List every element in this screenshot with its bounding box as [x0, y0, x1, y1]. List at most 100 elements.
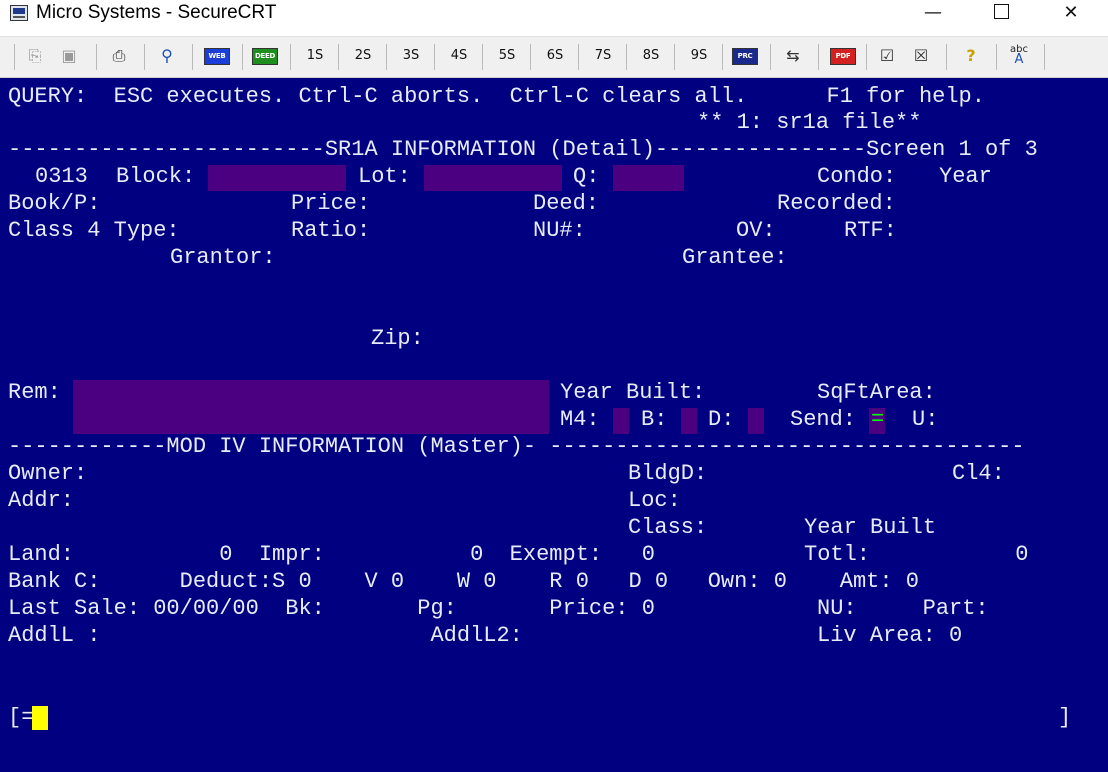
class-label: Class: — [628, 515, 708, 540]
ov-label: OV: — [736, 218, 776, 243]
lot-label: Lot: — [358, 164, 411, 189]
toolbar-separator — [290, 44, 291, 70]
toolbar-separator — [14, 44, 15, 70]
mod-iv-section-header: ------------MOD IV INFORMATION (Master)-… — [8, 434, 1025, 459]
sr1a-section-header: ------------------------SR1A INFORMATION… — [8, 137, 1038, 162]
pdf-button[interactable]: PDF — [830, 48, 856, 65]
deed-button[interactable]: DEED — [252, 48, 278, 65]
year-built-label: Year Built: — [560, 380, 706, 405]
toolbar-separator — [626, 44, 627, 70]
nu-part-row: NU: Part: — [817, 596, 989, 621]
toolbar-separator — [242, 44, 243, 70]
m4-field[interactable] — [613, 408, 629, 434]
remarks-field[interactable] — [73, 380, 549, 434]
print-icon[interactable]: ⎙ — [108, 45, 130, 67]
living-area-row: Liv Area: 0 — [817, 623, 963, 648]
toolbar-separator — [1044, 44, 1045, 70]
grantor-label: Grantor: — [170, 245, 276, 270]
minimize-button[interactable]: — — [910, 0, 956, 28]
block-field[interactable] — [208, 165, 346, 191]
remarks-label: Rem: — [8, 380, 61, 405]
book-page-label: Book/P: — [8, 191, 101, 216]
d-label: D: — [708, 407, 735, 432]
q-label: Q: — [573, 164, 600, 189]
m4-label: M4: — [560, 407, 600, 432]
spell-check-icon[interactable]: abc A — [1008, 45, 1030, 67]
deed-label: Deed: — [533, 191, 600, 216]
web-button[interactable]: WEB — [204, 48, 230, 65]
close-button[interactable]: ✕ — [1048, 0, 1094, 28]
toolbar-separator — [578, 44, 579, 70]
b-field[interactable] — [681, 408, 697, 434]
sqft-area-label: SqFtArea: — [817, 380, 936, 405]
toolbar-separator — [144, 44, 145, 70]
toolbar-separator — [386, 44, 387, 70]
toolbar-separator — [96, 44, 97, 70]
title-bar: Micro Systems - SecureCRT — ✕ — [0, 0, 1108, 28]
find-magnifier-icon[interactable]: ⚲ — [156, 45, 178, 67]
recorded-label: Recorded: — [777, 191, 896, 216]
toolbar-separator — [946, 44, 947, 70]
toolbar-separator — [530, 44, 531, 70]
session-2s-button[interactable]: 2S — [348, 45, 378, 67]
bldgd-label: BldgD: — [628, 461, 708, 486]
command-prompt[interactable]: [= — [8, 705, 34, 731]
paste-icon[interactable]: ▣ — [58, 45, 80, 67]
class4-type-label: Class 4 Type: — [8, 218, 180, 243]
toolbar-separator — [770, 44, 771, 70]
toolbar-separator — [192, 44, 193, 70]
toolbar-separator — [674, 44, 675, 70]
file-indicator: ** 1: sr1a file** — [697, 110, 922, 135]
text-cursor — [32, 706, 48, 730]
query-help-line: QUERY: ESC executes. Ctrl-C aborts. Ctrl… — [8, 84, 985, 109]
toolbar-separator — [996, 44, 997, 70]
properties-icon[interactable]: ☑ — [876, 45, 898, 67]
owner-label: Owner: — [8, 461, 88, 486]
b-label: B: — [641, 407, 668, 432]
zip-label: Zip: — [371, 326, 424, 351]
maximize-button[interactable] — [978, 0, 1024, 28]
session-3s-button[interactable]: 3S — [396, 45, 426, 67]
maximize-icon — [993, 4, 1009, 19]
session-7s-button[interactable]: 7S — [588, 45, 618, 67]
global-options-icon[interactable]: ☒ — [910, 45, 932, 67]
prc-button[interactable]: PRC — [732, 48, 758, 65]
addr-label: Addr: — [8, 488, 75, 513]
grantee-label: Grantee: — [682, 245, 788, 270]
cl4-label: Cl4: — [952, 461, 1005, 486]
year-label: Year — [939, 164, 992, 189]
year-built-master-label: Year Built — [804, 515, 937, 540]
toolbar-separator — [338, 44, 339, 70]
session-9s-button[interactable]: 9S — [684, 45, 714, 67]
session-1s-button[interactable]: 1S — [300, 45, 330, 67]
loc-label: Loc: — [628, 488, 681, 513]
session-8s-button[interactable]: 8S — [636, 45, 666, 67]
additional-lot-row: AddlL : AddlL2: — [8, 623, 523, 648]
send-label: Send: — [790, 407, 857, 432]
q-field[interactable] — [613, 165, 684, 191]
lot-field[interactable] — [424, 165, 562, 191]
price-label: Price: — [291, 191, 371, 216]
toolbar: ⎘ ▣ ⎙ ⚲ WEB DEED 1S 2S 3S 4S 5S 6S 7S 8S… — [0, 36, 1108, 78]
d-field[interactable] — [748, 408, 764, 434]
total-row: Totl: 0 — [804, 542, 1029, 567]
session-4s-button[interactable]: 4S — [444, 45, 474, 67]
securecrt-app-icon — [10, 5, 28, 21]
toolbar-separator — [434, 44, 435, 70]
condo-label: Condo: — [817, 164, 897, 189]
ratio-label: Ratio: — [291, 218, 371, 243]
session-5s-button[interactable]: 5S — [492, 45, 522, 67]
help-icon[interactable]: ? — [960, 45, 982, 67]
land-impr-exempt-row: Land: 0 Impr: 0 Exempt: 0 — [8, 542, 655, 567]
toolbar-separator — [722, 44, 723, 70]
terminal-screen[interactable]: QUERY: ESC executes. Ctrl-C aborts. Ctrl… — [0, 78, 1108, 772]
session-6s-button[interactable]: 6S — [540, 45, 570, 67]
nu-number-label: NU#: — [533, 218, 586, 243]
u-label: U: — [912, 407, 939, 432]
bank-deduct-row: Bank C: Deduct:S 0 V 0 W 0 R 0 D 0 Own: … — [8, 569, 919, 594]
last-sale-row: Last Sale: 00/00/00 Bk: Pg: Price: 0 — [8, 596, 655, 621]
session-transfer-icon[interactable]: ⇆ — [782, 45, 804, 67]
copy-icon[interactable]: ⎘ — [24, 45, 46, 67]
block-label: Block: — [116, 164, 196, 189]
toolbar-separator — [866, 44, 867, 70]
